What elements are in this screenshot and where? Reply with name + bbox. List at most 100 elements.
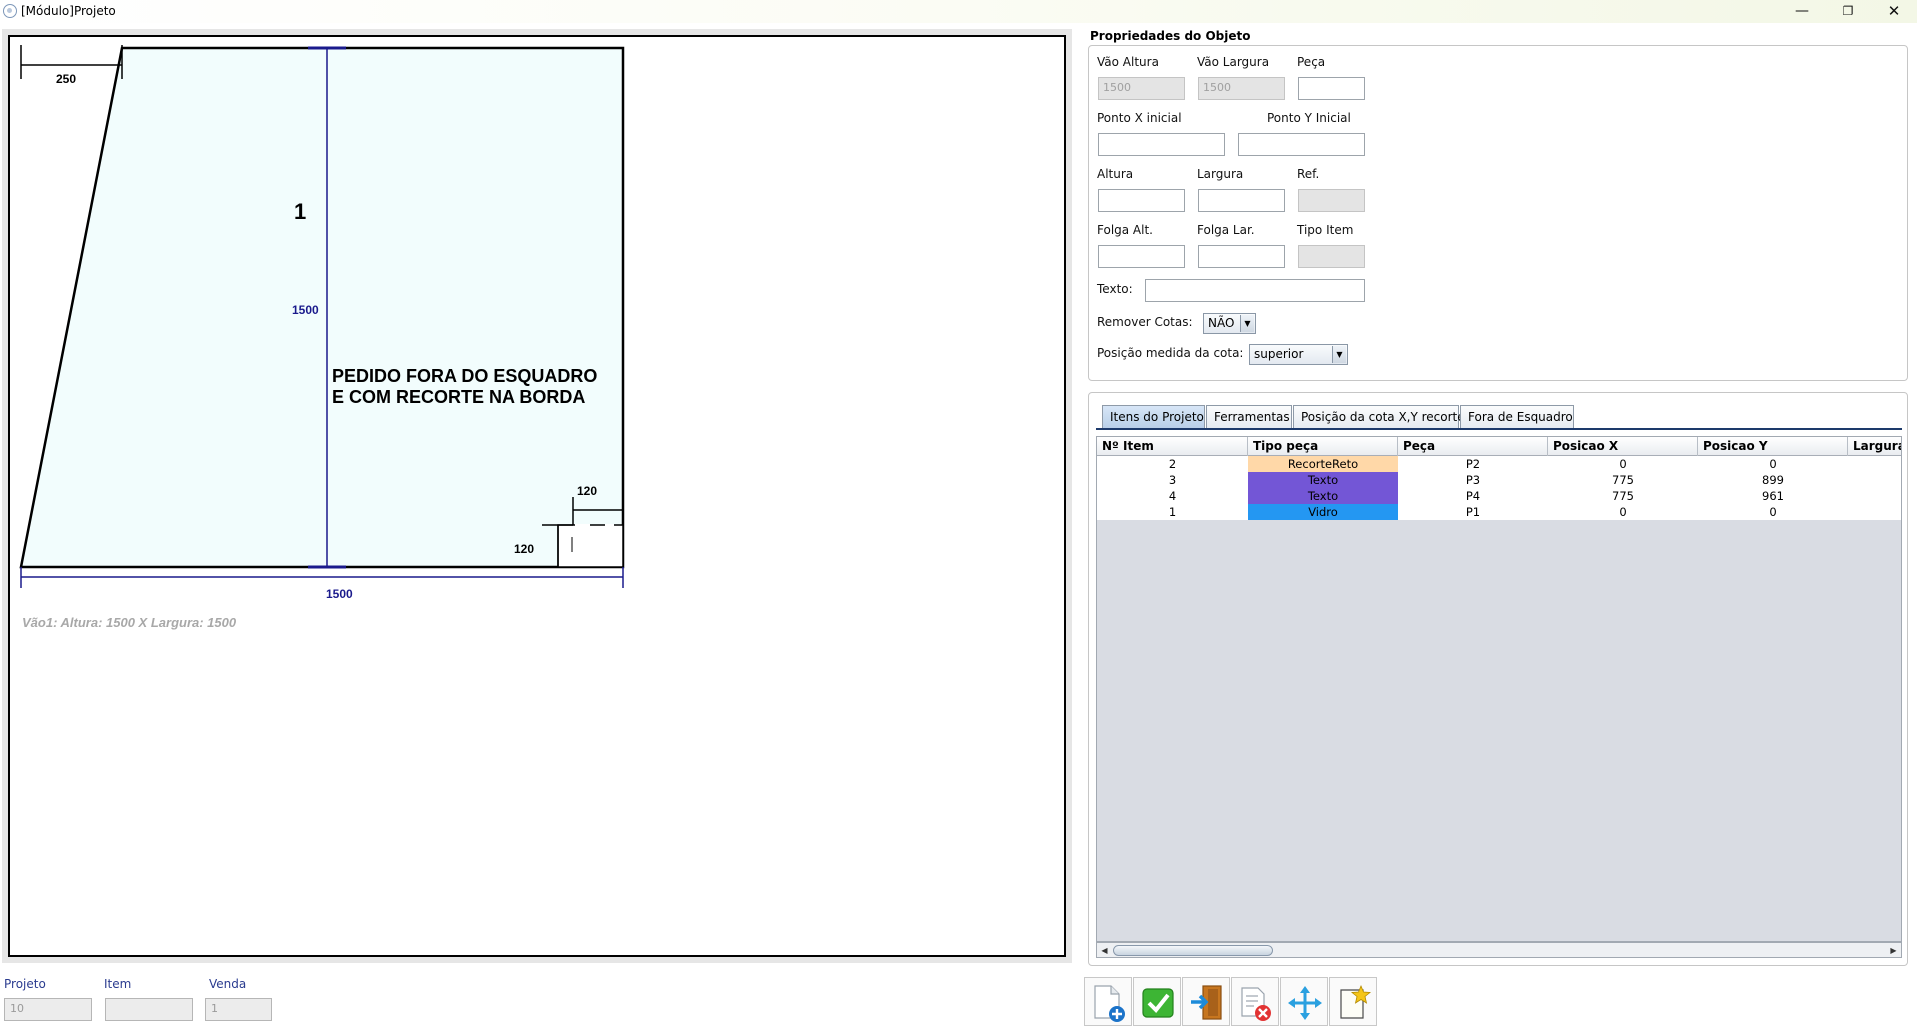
- favorite-note-icon: [1340, 984, 1372, 1019]
- posicao-cota-label: Posição medida da cota:: [1097, 346, 1244, 360]
- drawing-svg: 250 1500 1 PEDIDO FORA DO ESQUADRO E COM…: [19, 45, 625, 630]
- folga-lar-label: Folga Lar.: [1197, 223, 1255, 237]
- chevron-down-icon: ▼: [1240, 315, 1254, 332]
- projeto-field[interactable]: 10: [4, 998, 92, 1021]
- venda-label: Venda: [209, 977, 247, 991]
- largura-field[interactable]: [1198, 189, 1285, 212]
- width-dimension-label: 1500: [326, 587, 353, 601]
- item-field[interactable]: [105, 998, 193, 1021]
- posicao-cota-value: superior: [1254, 347, 1304, 361]
- cut-width-label: 120: [577, 484, 597, 498]
- texto-field[interactable]: [1145, 279, 1365, 302]
- cell-peca: P2: [1465, 457, 1481, 471]
- glass-piece: [19, 46, 625, 569]
- height-dimension-label: 1500: [292, 303, 319, 317]
- col-header-item[interactable]: Nº Item: [1097, 437, 1248, 456]
- ref-label: Ref.: [1297, 167, 1320, 181]
- cell-peca: P4: [1465, 489, 1481, 503]
- note-line-1: PEDIDO FORA DO ESQUADRO: [332, 366, 597, 386]
- items-table[interactable]: Nº Item Tipo peça Peça Posicao X Posicao…: [1096, 436, 1902, 942]
- title-bar: [Módulo]Projeto — ❐ ✕: [0, 0, 1917, 23]
- vao-info-label: Vão1: Altura: 1500 X Largura: 1500: [22, 615, 237, 630]
- cell-item: 2: [1168, 457, 1177, 471]
- col-header-tipo[interactable]: Tipo peça: [1248, 437, 1398, 456]
- tipo-item-label: Tipo Item: [1297, 223, 1354, 237]
- folga-alt-field[interactable]: [1098, 245, 1185, 268]
- maximize-button[interactable]: ❐: [1825, 0, 1871, 22]
- minimize-button[interactable]: —: [1779, 0, 1825, 22]
- cell-pos-x: 0: [1619, 457, 1627, 471]
- scroll-thumb[interactable]: [1113, 945, 1273, 956]
- scroll-right-icon[interactable]: ▶: [1887, 944, 1900, 957]
- table-row[interactable]: 2 RecorteReto P2 0 0: [1097, 456, 1901, 472]
- cell-pos-y: 899: [1762, 473, 1784, 487]
- ponto-y-field[interactable]: [1238, 133, 1365, 156]
- scroll-left-icon[interactable]: ◀: [1098, 944, 1111, 957]
- ponto-x-field[interactable]: [1098, 133, 1225, 156]
- cell-tipo: Vidro: [1248, 504, 1398, 520]
- remover-cotas-label: Remover Cotas:: [1097, 315, 1193, 329]
- vao-largura-field[interactable]: 1500: [1198, 77, 1285, 100]
- cell-tipo: Texto: [1248, 472, 1398, 488]
- tab-itens-do-projeto[interactable]: Itens do Projeto: [1102, 405, 1205, 428]
- cell-peca: P3: [1465, 473, 1481, 487]
- cut-height-label: 120: [514, 542, 534, 556]
- offset-dimension-label: 250: [56, 72, 76, 86]
- exit-button[interactable]: [1182, 977, 1230, 1026]
- venda-field[interactable]: 1: [205, 998, 272, 1021]
- remover-cotas-value: NÃO: [1208, 316, 1235, 330]
- table-header: Nº Item Tipo peça Peça Posicao X Posicao…: [1097, 437, 1901, 456]
- favorite-button[interactable]: [1329, 977, 1377, 1026]
- vao-altura-field[interactable]: 1500: [1098, 77, 1185, 100]
- new-item-button[interactable]: [1084, 977, 1132, 1026]
- col-header-pos-x[interactable]: Posicao X: [1548, 437, 1698, 456]
- cell-pos-x: 775: [1612, 489, 1634, 503]
- confirm-check-icon: [1142, 988, 1174, 1018]
- altura-field[interactable]: [1098, 189, 1185, 212]
- tab-ferramentas[interactable]: Ferramentas: [1206, 405, 1292, 428]
- cell-pos-y: 961: [1762, 489, 1784, 503]
- folga-lar-field[interactable]: [1198, 245, 1285, 268]
- ref-field[interactable]: [1298, 189, 1365, 212]
- cell-item: 1: [1168, 505, 1177, 519]
- cell-tipo: RecorteReto: [1248, 456, 1398, 472]
- altura-label: Altura: [1097, 167, 1134, 181]
- tipo-item-field[interactable]: [1298, 245, 1365, 268]
- posicao-cota-select[interactable]: superior ▼: [1249, 344, 1348, 365]
- table-row[interactable]: 3 Texto P3 775 899: [1097, 472, 1901, 488]
- delete-document-icon: [1241, 987, 1271, 1021]
- table-body: 2 RecorteReto P2 0 0 3 Texto P3 775 899 …: [1097, 456, 1901, 520]
- cell-pos-y: 0: [1769, 457, 1777, 471]
- texto-label: Texto:: [1097, 282, 1133, 296]
- col-header-pos-y[interactable]: Posicao Y: [1698, 437, 1848, 456]
- move-arrows-icon: [1288, 986, 1322, 1020]
- cell-item: 4: [1168, 489, 1177, 503]
- projeto-label: Projeto: [4, 977, 46, 991]
- move-button[interactable]: [1280, 977, 1328, 1026]
- remover-cotas-select[interactable]: NÃO ▼: [1203, 313, 1256, 334]
- cell-pos-x: 0: [1619, 505, 1627, 519]
- cell-item: 3: [1168, 473, 1177, 487]
- cut-out-rect: [557, 524, 624, 568]
- table-row[interactable]: 1 Vidro P1 0 0: [1097, 504, 1901, 520]
- tab-fora-de-esquadro[interactable]: Fora de Esquadro: [1460, 405, 1574, 428]
- tab-posicao-cota[interactable]: Posição da cota X,Y recorte: [1293, 405, 1465, 428]
- window-title: [Módulo]Projeto: [21, 4, 116, 18]
- exit-door-icon: [1191, 985, 1222, 1020]
- vao-largura-label: Vão Largura: [1197, 55, 1270, 69]
- drawing-canvas[interactable]: 250 1500 1 PEDIDO FORA DO ESQUADRO E COM…: [8, 35, 1066, 957]
- item-label: Item: [104, 977, 132, 991]
- app-icon: [3, 4, 17, 18]
- props-title: Propriedades do Objeto: [1090, 29, 1251, 43]
- table-horizontal-scrollbar[interactable]: ◀ ▶: [1096, 942, 1902, 958]
- confirm-button[interactable]: [1133, 977, 1181, 1026]
- table-row[interactable]: 4 Texto P4 775 961: [1097, 488, 1901, 504]
- peca-field[interactable]: [1298, 77, 1365, 100]
- chevron-down-icon: ▼: [1332, 346, 1346, 363]
- col-header-peca[interactable]: Peça: [1398, 437, 1548, 456]
- note-line-2: E COM RECORTE NA BORDA: [332, 387, 585, 407]
- col-header-largura[interactable]: Largura: [1848, 437, 1901, 456]
- delete-button[interactable]: [1231, 977, 1279, 1026]
- ponto-x-label: Ponto X inicial: [1097, 111, 1182, 125]
- close-button[interactable]: ✕: [1871, 0, 1917, 22]
